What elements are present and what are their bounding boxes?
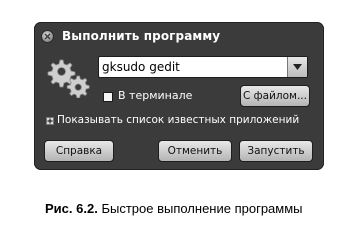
caption-text: Быстрое выполнение программы <box>101 201 303 216</box>
chevron-down-icon <box>293 64 302 70</box>
command-dropdown-button[interactable] <box>287 57 307 77</box>
help-button[interactable]: Справка <box>44 140 114 162</box>
run-button[interactable]: Запустить <box>239 140 313 162</box>
run-program-dialog: Выполнить программу В терминале С файлом… <box>34 22 324 170</box>
in-terminal-label: В терминале <box>118 89 193 102</box>
in-terminal-checkbox[interactable] <box>103 92 113 102</box>
show-apps-expander-label[interactable]: Показывать список известных приложений <box>57 114 299 126</box>
dialog-titlebar: Выполнить программу <box>34 22 324 50</box>
cancel-button[interactable]: Отменить <box>158 140 232 162</box>
gears-icon <box>47 59 90 98</box>
caption-label: Рис. 6.2. <box>45 201 98 216</box>
figure-caption: Рис. 6.2. Быстрое выполнение программы <box>45 201 345 216</box>
dialog-title: Выполнить программу <box>62 29 221 43</box>
expand-plus-icon[interactable] <box>46 117 54 125</box>
command-input[interactable] <box>102 59 286 75</box>
with-file-button[interactable]: С файлом... <box>240 85 310 107</box>
command-combobox[interactable] <box>98 56 308 78</box>
close-icon[interactable] <box>41 30 54 43</box>
